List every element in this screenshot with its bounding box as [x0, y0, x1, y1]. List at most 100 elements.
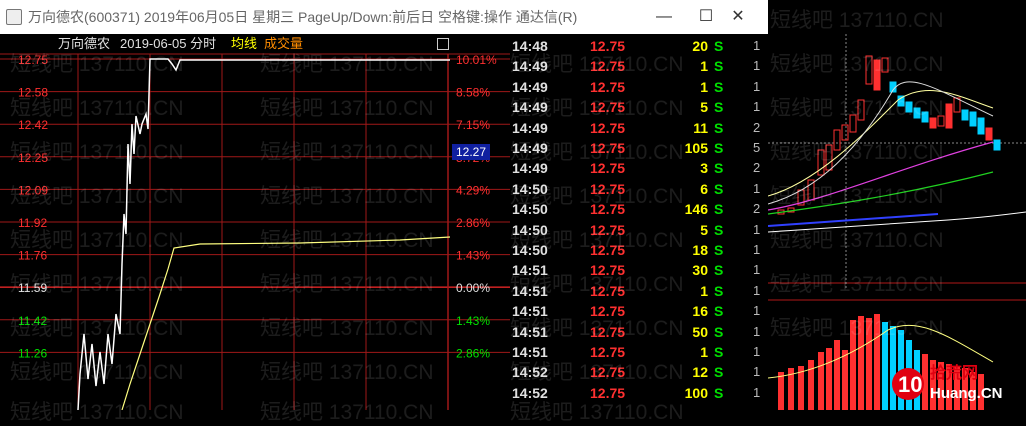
kline-volume-bar [778, 372, 784, 410]
trade-price: 12.75 [590, 180, 626, 197]
pct-axis-label: 1.43% [456, 314, 490, 328]
trade-count: 1 [753, 78, 761, 94]
price-axis-label: 11.26 [18, 346, 47, 360]
trade-side: S [714, 119, 724, 136]
price-axis-label: 12.25 [18, 151, 48, 165]
trade-side: S [714, 364, 724, 381]
trade-volume: 5 [700, 99, 708, 116]
trade-volume: 11 [693, 119, 708, 136]
kline-volume-bar [858, 316, 864, 410]
trade-side: S [714, 201, 724, 218]
trade-side: S [714, 38, 724, 54]
price-axis-label: 11.76 [18, 249, 47, 263]
trade-volume: 146 [684, 201, 708, 218]
trade-volume: 100 [684, 384, 708, 401]
trade-side: S [714, 262, 724, 279]
pct-axis-label: 4.29% [456, 183, 490, 197]
trade-row: 14:51 12.75 50 S 1 [510, 322, 768, 342]
trade-count: 1 [753, 242, 761, 257]
trade-count: 5 [753, 140, 761, 155]
trade-row: 14:49 12.75 105 S 5 [510, 138, 768, 158]
kline-candle [921, 111, 929, 123]
trade-side: S [714, 303, 724, 320]
trade-row: 14:52 12.75 12 S 1 [510, 362, 768, 382]
trade-price: 12.75 [590, 140, 626, 156]
trade-count: 1 [753, 38, 761, 53]
trade-count: 1 [753, 262, 761, 278]
price-line [77, 58, 450, 410]
trade-ticks-list[interactable]: 14:48 12.75 20 S 1 14:49 12.75 1 S 1 14:49 12.75 1 S 1… [510, 34, 768, 410]
price-axis-label: 11.42 [18, 314, 47, 328]
trade-side: S [714, 282, 724, 299]
trade-row: 14:52 12.75 100 S 1 [510, 383, 768, 403]
price-axis-label: 12.58 [18, 86, 48, 100]
kline-candle [977, 117, 985, 135]
close-button[interactable]: ✕ [718, 0, 758, 34]
trade-side: S [714, 58, 724, 75]
kline-candle [873, 59, 881, 91]
kline-volume-bar [834, 340, 840, 410]
kline-candle [993, 139, 1001, 151]
trade-side: S [714, 344, 724, 360]
trade-count: 2 [753, 119, 761, 135]
minimize-button[interactable]: — [644, 0, 684, 34]
trade-volume: 1 [700, 344, 708, 360]
pct-axis-label: 7.15% [456, 118, 490, 132]
pct-axis-label: 8.58% [456, 86, 490, 100]
kline-candle [945, 103, 953, 129]
trade-price: 12.75 [590, 119, 626, 136]
kline-volume-bar [842, 350, 848, 410]
trade-row: 14:50 12.75 18 S 1 [510, 240, 768, 260]
trade-price: 12.75 [590, 344, 626, 360]
trade-row: 14:49 12.75 3 S 2 [510, 158, 768, 178]
site-logo: 10 拾荒网 Huang.CN [890, 356, 1022, 408]
trade-price: 12.75 [590, 38, 626, 54]
trade-volume: 105 [684, 140, 708, 156]
trade-time: 14:49 [512, 160, 548, 177]
trade-volume: 16 [692, 303, 708, 320]
trade-count: 1 [753, 180, 761, 196]
kline-mini-panel[interactable] [767, 0, 1026, 410]
kline-volume-bar [882, 322, 888, 410]
window-title: 万向德农(600371) 2019年06月05日 星期三 PageUp/Down… [28, 9, 578, 25]
trade-row: 14:48 12.75 20 S 1 [510, 36, 768, 56]
trade-volume: 5 [700, 221, 708, 238]
trade-row: 14:51 12.75 1 S 1 [510, 342, 768, 362]
kline-volume-bar [808, 360, 814, 410]
kline-candle [905, 101, 913, 113]
trade-price: 12.75 [590, 242, 626, 258]
kline-volume-bar [850, 320, 856, 410]
trade-side: S [714, 242, 724, 258]
trade-time: 14:50 [512, 180, 548, 197]
trade-row: 14:49 12.75 1 S 1 [510, 77, 768, 97]
trade-price: 12.75 [590, 58, 626, 75]
trade-price: 12.75 [590, 384, 626, 401]
logo-url: Huang.CN [930, 385, 1003, 402]
trade-volume: 18 [692, 242, 708, 258]
trade-time: 14:49 [512, 119, 548, 136]
intraday-chart-panel[interactable]: 万向德农 2019-06-05 分时 均线 成交量 12.75 10.01% 12.… [0, 34, 510, 410]
trade-row: 14:51 12.75 16 S 1 [510, 301, 768, 321]
trade-volume: 50 [692, 323, 708, 340]
trade-volume: 3 [700, 160, 708, 177]
trade-price: 12.75 [590, 78, 626, 95]
trade-volume: 1 [700, 58, 708, 75]
trade-side: S [714, 78, 724, 95]
trade-volume: 30 [692, 262, 708, 279]
logo-number: 10 [898, 372, 922, 397]
trade-side: S [714, 323, 724, 340]
trade-count: 1 [753, 364, 761, 380]
trade-time: 14:49 [512, 140, 548, 156]
trade-count: 1 [753, 221, 761, 237]
trade-volume: 6 [700, 180, 708, 197]
trade-price: 12.75 [590, 323, 626, 340]
trade-count: 1 [753, 384, 761, 400]
kline-candle [913, 107, 921, 119]
trade-volume: 12 [692, 364, 708, 381]
trade-row: 14:49 12.75 5 S 1 [510, 97, 768, 117]
trade-time: 14:50 [512, 201, 548, 218]
trade-price: 12.75 [590, 282, 626, 299]
trade-time: 14:51 [512, 303, 548, 320]
trade-volume: 1 [700, 78, 708, 95]
trade-time: 14:51 [512, 282, 548, 299]
